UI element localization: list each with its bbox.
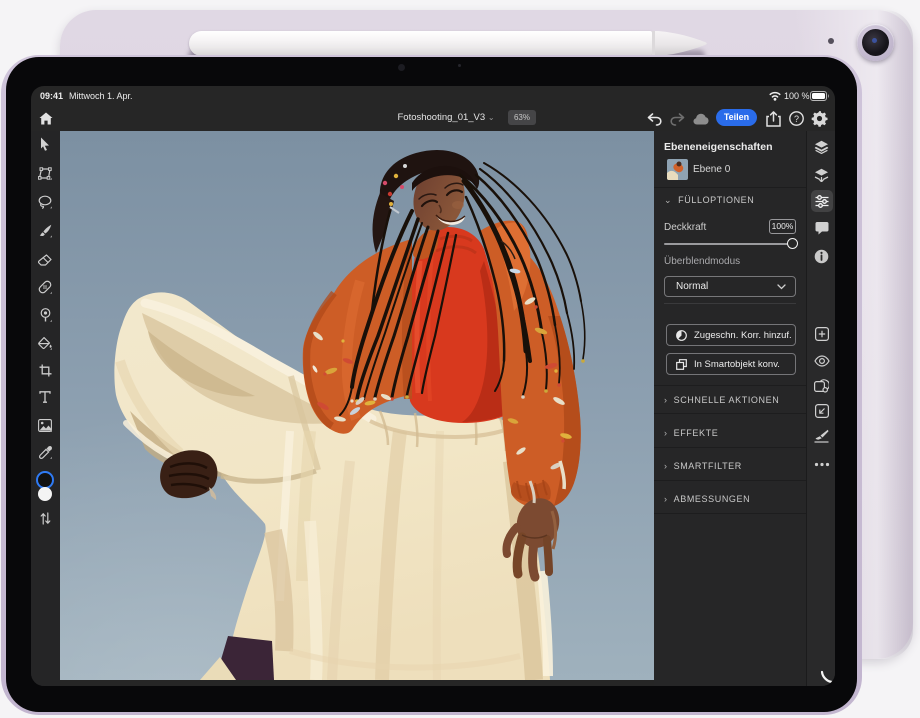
svg-text:?: ? bbox=[794, 114, 799, 124]
